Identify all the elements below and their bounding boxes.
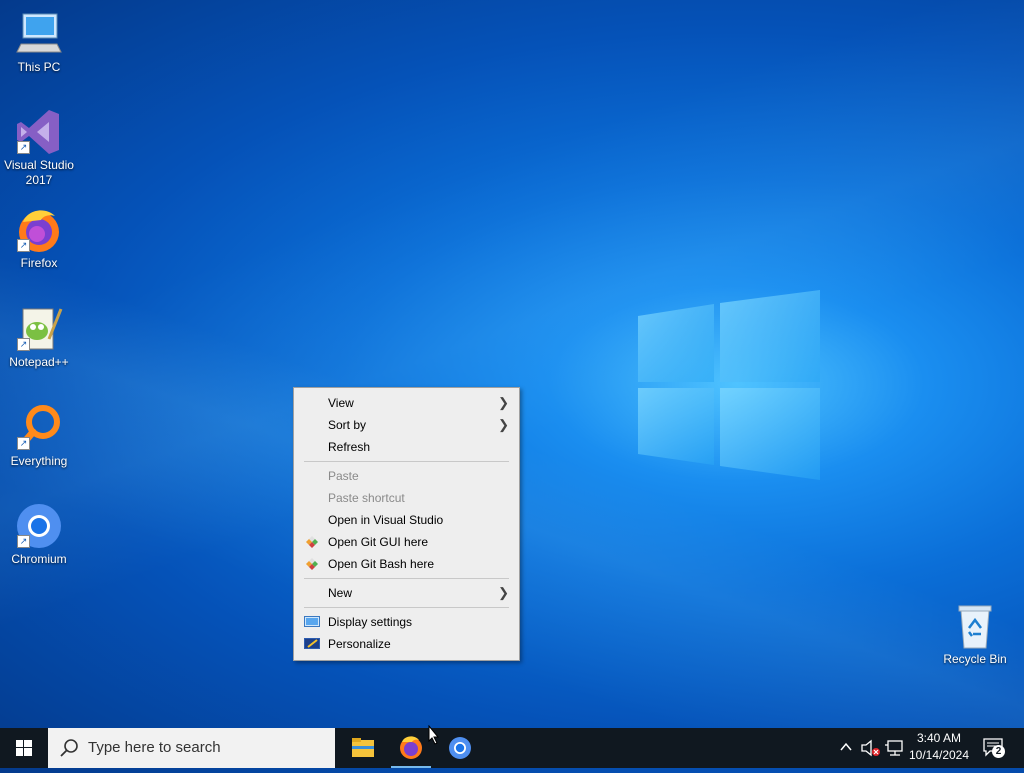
windows-logo-wallpaper [638, 290, 820, 480]
desktop-icon-label: Everything [10, 454, 68, 468]
mouse-cursor-icon [428, 725, 440, 745]
computer-icon [15, 10, 63, 58]
action-center-button[interactable]: 2 [982, 737, 1006, 762]
desktop-icon-this-pc[interactable]: This PC [0, 10, 78, 75]
menu-item-label: View [328, 396, 354, 410]
shortcut-arrow-icon: ↗ [17, 141, 30, 154]
desktop-icon-label: Visual Studio 2017 [4, 158, 74, 187]
desktop-icon-firefox[interactable]: ↗ Firefox [0, 206, 78, 271]
desktop-context-menu: View ❯ Sort by ❯ Refresh Paste Paste sho… [293, 387, 520, 661]
taskbar-clock[interactable]: 3:40 AM 10/14/2024 [904, 730, 974, 764]
menu-item-label: Refresh [328, 440, 371, 454]
menu-item-display-settings[interactable]: Display settings [294, 611, 519, 633]
shortcut-arrow-icon: ↗ [17, 239, 30, 252]
taskbar-chromium[interactable] [436, 728, 484, 768]
menu-item-label: New [328, 586, 353, 600]
file-explorer-icon [352, 738, 374, 757]
menu-item-label: Paste [328, 469, 359, 483]
show-hidden-icons-button[interactable] [838, 739, 854, 758]
chevron-up-icon [840, 742, 852, 751]
menu-item-label: Personalize [328, 637, 391, 651]
volume-button[interactable] [860, 739, 882, 760]
notepadpp-icon: ↗ [15, 305, 63, 353]
menu-item-label: Open Git Bash here [328, 557, 435, 571]
menu-item-view[interactable]: View ❯ [294, 392, 519, 414]
desktop-icon-recycle-bin[interactable]: Recycle Bin [936, 602, 1014, 667]
menu-item-label: Display settings [328, 615, 413, 629]
chromium-icon [449, 737, 471, 759]
volume-muted-icon [861, 739, 880, 757]
desktop-icon-label: Firefox [20, 256, 58, 270]
windows-start-icon [16, 740, 32, 756]
taskbar-file-explorer[interactable] [339, 728, 387, 768]
desktop-icon-label: Recycle Bin [943, 652, 1007, 666]
menu-item-label: Open in Visual Studio [328, 513, 444, 527]
shortcut-arrow-icon: ↗ [17, 437, 30, 450]
taskbar-search-box[interactable]: Type here to search [48, 728, 335, 768]
menu-item-sort-by[interactable]: Sort by ❯ [294, 414, 519, 436]
taskbar: Type here to search 3:40 AM 10/14/2024 2 [0, 725, 1024, 768]
display-icon [304, 616, 320, 627]
network-button[interactable] [885, 739, 905, 760]
everything-search-icon: ↗ [15, 404, 63, 452]
shortcut-arrow-icon: ↗ [17, 338, 30, 351]
menu-item-refresh[interactable]: Refresh [294, 436, 519, 458]
menu-item-new[interactable]: New ❯ [294, 582, 519, 604]
chevron-right-icon: ❯ [498, 417, 509, 432]
search-icon [60, 739, 78, 757]
menu-item-paste: Paste [294, 465, 519, 487]
menu-item-personalize[interactable]: Personalize [294, 633, 519, 655]
menu-item-paste-shortcut: Paste shortcut [294, 487, 519, 509]
desktop-icon-visual-studio[interactable]: ↗ Visual Studio 2017 [0, 108, 78, 188]
shortcut-arrow-icon: ↗ [17, 535, 30, 548]
desktop-icon-chromium[interactable]: ↗ Chromium [0, 502, 78, 567]
chevron-right-icon: ❯ [498, 395, 509, 410]
menu-separator [304, 607, 509, 608]
network-icon [885, 740, 903, 756]
menu-separator [304, 461, 509, 462]
recycle-bin-icon [951, 602, 999, 650]
menu-item-open-git-bash[interactable]: Open Git Bash here [294, 553, 519, 575]
menu-item-open-git-gui[interactable]: Open Git GUI here [294, 531, 519, 553]
menu-separator [304, 578, 509, 579]
menu-item-label: Sort by [328, 418, 367, 432]
clock-date: 10/14/2024 [908, 748, 970, 762]
git-icon [306, 558, 318, 570]
desktop-icon-label: This PC [17, 60, 61, 74]
personalize-icon [304, 638, 320, 649]
visual-studio-icon: ↗ [15, 108, 63, 156]
menu-item-open-in-visual-studio[interactable]: Open in Visual Studio [294, 509, 519, 531]
search-placeholder: Type here to search [88, 739, 221, 756]
desktop-icon-everything[interactable]: ↗ Everything [0, 404, 78, 469]
notification-count-badge: 2 [992, 745, 1005, 758]
desktop-icon-notepadpp[interactable]: ↗ Notepad++ [0, 305, 78, 370]
chevron-right-icon: ❯ [498, 585, 509, 600]
menu-item-label: Open Git GUI here [328, 535, 429, 549]
firefox-icon: ↗ [15, 206, 63, 254]
menu-item-label: Paste shortcut [328, 491, 405, 505]
git-icon [306, 536, 318, 548]
chromium-icon: ↗ [15, 502, 63, 550]
start-button[interactable] [0, 728, 48, 768]
desktop-icon-label: Notepad++ [9, 355, 69, 369]
clock-time: 3:40 AM [916, 731, 962, 745]
desktop-icon-label: Chromium [11, 552, 67, 566]
